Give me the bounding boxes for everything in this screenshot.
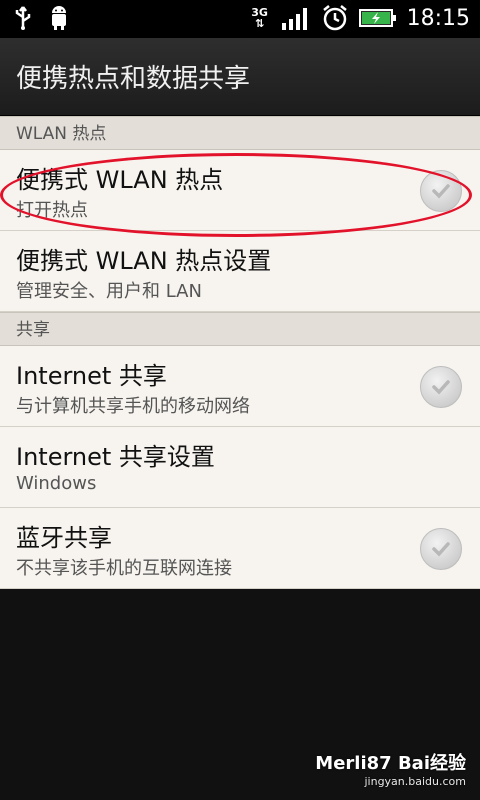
check-icon <box>432 184 450 199</box>
network-type: 3G ⇅ <box>251 6 268 30</box>
watermark: Merli87 Bai经验 jingyan.baidu.com <box>315 753 466 788</box>
item-title: 便携式 WLAN 热点设置 <box>16 247 272 275</box>
page-title: 便携热点和数据共享 <box>16 64 251 94</box>
list-item-internet-sharing-settings[interactable]: Internet 共享设置 Windows <box>0 427 480 508</box>
check-icon <box>432 542 450 557</box>
section-header-wlan: WLAN 热点 <box>0 116 480 150</box>
item-subtitle: Windows <box>16 473 97 494</box>
battery-charging-icon <box>358 9 396 27</box>
list-item-internet-sharing[interactable]: Internet 共享 与计算机共享手机的移动网络 <box>0 346 480 427</box>
item-title: Internet 共享设置 <box>16 443 215 471</box>
check-icon <box>432 380 450 395</box>
signal-icon <box>281 8 307 30</box>
clock: 18:15 <box>406 5 470 31</box>
title-bar: 便携热点和数据共享 <box>0 38 480 116</box>
list-item-wlan-hotspot-settings[interactable]: 便携式 WLAN 热点设置 管理安全、用户和 LAN <box>0 231 480 312</box>
checkbox[interactable] <box>420 366 462 408</box>
item-subtitle: 打开热点 <box>16 200 88 221</box>
status-bar: 3G ⇅ 18:15 <box>0 0 480 38</box>
list-item-bluetooth-sharing[interactable]: 蓝牙共享 不共享该手机的互联网连接 <box>0 508 480 589</box>
usb-icon <box>15 6 31 30</box>
section-header-sharing: 共享 <box>0 312 480 346</box>
alarm-icon <box>322 5 347 31</box>
item-title: Internet 共享 <box>16 362 167 390</box>
list-item-portable-wlan-hotspot[interactable]: 便携式 WLAN 热点 打开热点 <box>0 150 480 231</box>
settings-list: WLAN 热点 便携式 WLAN 热点 打开热点 便携式 WLAN 热点设置 管… <box>0 116 480 589</box>
item-subtitle: 不共享该手机的互联网连接 <box>16 558 232 579</box>
android-icon <box>52 6 66 30</box>
item-subtitle: 与计算机共享手机的移动网络 <box>16 396 250 417</box>
checkbox[interactable] <box>420 170 462 212</box>
item-subtitle: 管理安全、用户和 LAN <box>16 281 202 302</box>
item-title: 蓝牙共享 <box>16 524 112 552</box>
empty-background: Merli87 Bai经验 jingyan.baidu.com <box>0 597 480 800</box>
item-title: 便携式 WLAN 热点 <box>16 166 224 194</box>
checkbox[interactable] <box>420 528 462 570</box>
